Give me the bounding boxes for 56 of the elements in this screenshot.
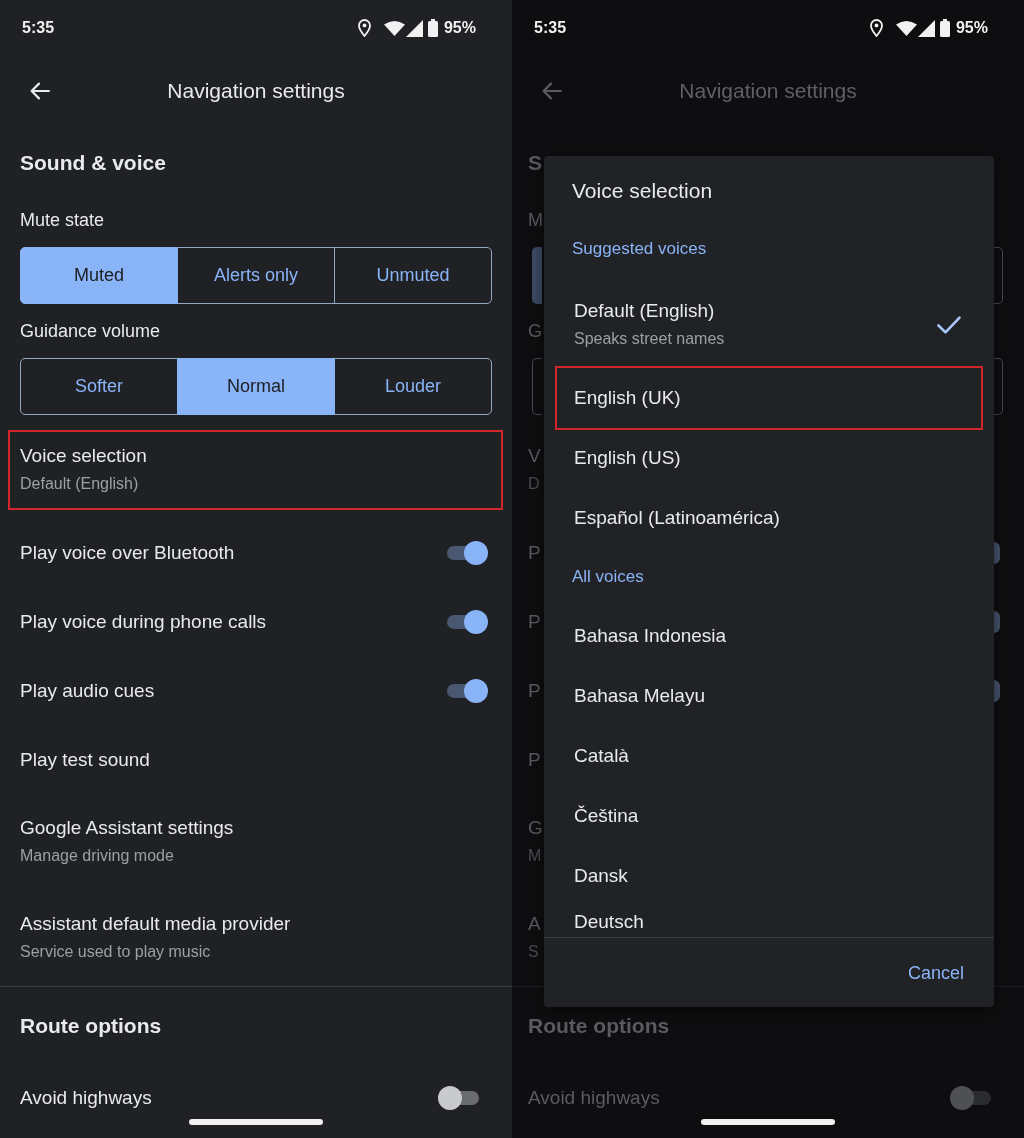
section-heading: Route options [20,1013,162,1039]
segment-button[interactable]: Normal [177,358,335,415]
settings-item[interactable]: Voice selection Default (English) [0,422,512,518]
location-pin-icon [869,19,883,37]
voice-option[interactable]: Català [555,726,983,786]
status-time: 5:35 [22,18,55,38]
dialog-title: Voice selection [572,178,713,204]
voice-option-subtitle: Speaks street names [574,329,725,349]
voice-option[interactable]: Default (English) Speaks street names [555,272,983,368]
voice-option[interactable]: English (UK) [555,368,983,428]
setting-subtitle: S [528,942,539,962]
section-header: Suggested voices [572,238,707,260]
segment-button[interactable]: Louder [334,358,492,415]
setting-subtitle: Service used to play music [20,942,211,962]
battery-icon [427,19,438,37]
voice-option[interactable]: Deutsch [555,906,983,937]
setting-title[interactable]: Play voice over Bluetooth [20,538,235,567]
setting-title[interactable]: Avoid highways [20,1083,152,1112]
section-header: All voices [572,566,644,588]
wifi-icon [895,20,917,36]
setting-subtitle: Manage driving mode [20,846,174,866]
screen-title: Navigation settings [167,78,345,104]
cancel-button[interactable]: Cancel [907,959,964,986]
settings-item[interactable]: Play test sound [0,725,512,794]
battery-icon [939,19,950,37]
section-heading: Route options [528,1013,670,1039]
signal-icon [917,19,935,37]
voice-option[interactable]: Čeština [555,786,983,846]
battery-percent: 95% [443,18,476,38]
section-heading: Sound & voice [20,150,166,176]
signal-icon [405,19,423,37]
section-heading: S [528,150,542,176]
setting-subtitle: Default (English) [20,474,139,494]
wifi-icon [383,20,405,36]
segment-button[interactable]: Unmuted [334,247,492,304]
field-label: Mute state [20,209,105,232]
voice-option[interactable]: Bahasa Indonesia [555,606,983,666]
field-label: M [528,209,543,232]
status-time: 5:35 [534,18,567,38]
field-label: Guidance volume [20,320,161,343]
setting-title[interactable]: Play audio cues [20,676,155,705]
segment-button[interactable]: Alerts only [177,247,335,304]
voice-option[interactable]: Bahasa Melayu [555,666,983,726]
settings-item[interactable]: Assistant default media provider Service used to play music [0,890,512,986]
settings-item[interactable]: Google Assistant settings Manage driving mode [0,794,512,890]
voice-option[interactable]: English (US) [555,428,983,488]
field-label: G [528,320,542,343]
screen-title: Navigation settings [679,78,857,104]
voice-option[interactable]: Español (Latinoamérica) [555,488,983,548]
setting-subtitle: D [528,474,540,494]
segment-button[interactable]: Muted [20,247,178,304]
setting-title[interactable]: Play voice during phone calls [20,607,267,636]
battery-percent: 95% [955,18,988,38]
voice-option[interactable]: Dansk [555,846,983,906]
location-pin-icon [357,19,371,37]
setting-subtitle: M [528,846,542,866]
